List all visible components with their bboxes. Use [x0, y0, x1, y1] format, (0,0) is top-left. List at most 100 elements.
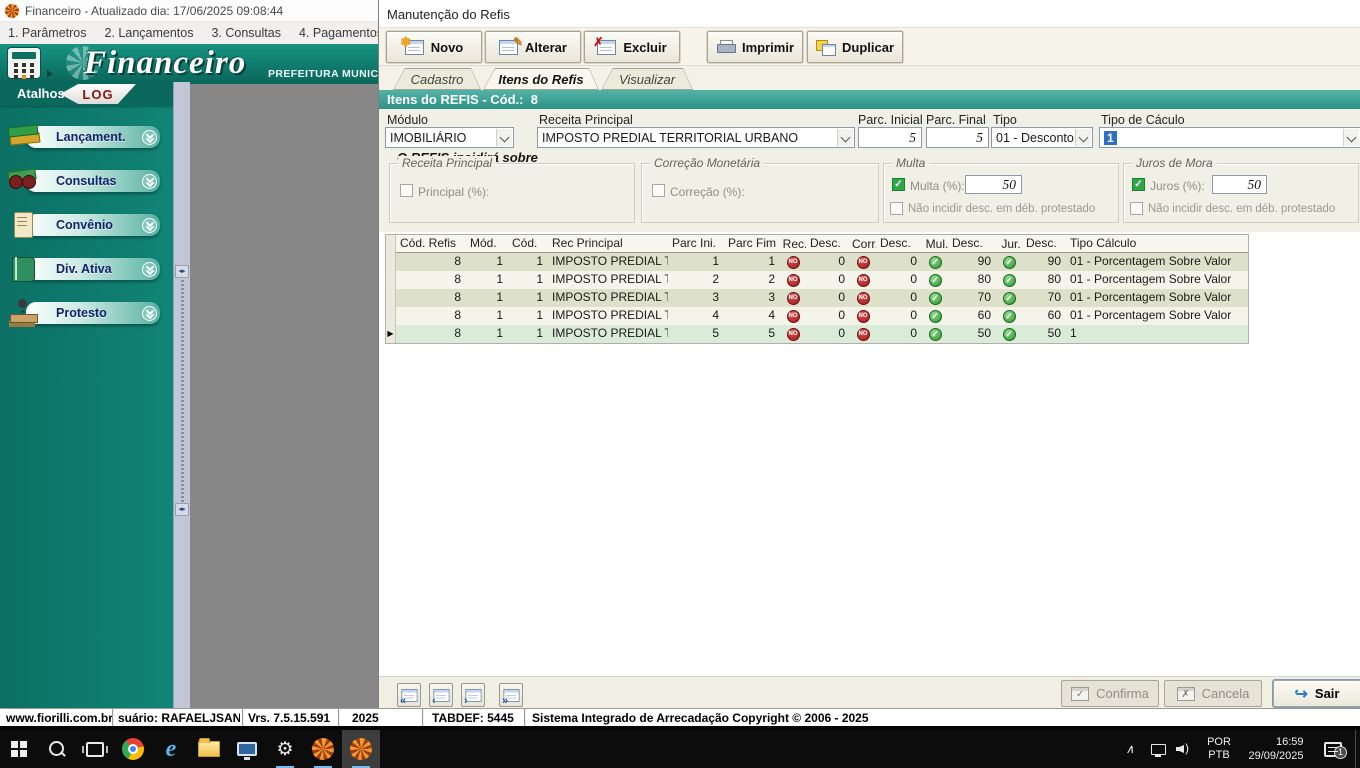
- chevron-down-icon[interactable]: [142, 262, 157, 277]
- novo-button[interactable]: ✱ Novo: [386, 31, 482, 63]
- table-row[interactable]: 8 1 1 IMPOSTO PREDIAL T 1 1 NO 0 NO 0 ✓ …: [386, 253, 1248, 271]
- tray-language[interactable]: PORPTB: [1202, 730, 1236, 768]
- tab-visualizar[interactable]: Visualizar: [601, 68, 693, 90]
- folder-icon: [198, 741, 220, 757]
- taskbar-file-explorer[interactable]: [190, 730, 228, 768]
- chevron-down-icon[interactable]: [142, 218, 157, 233]
- multa-checkbox[interactable]: ✓: [892, 178, 905, 191]
- chevron-down-icon[interactable]: [142, 130, 157, 145]
- sidebar-item-convenio[interactable]: Convênio: [0, 210, 173, 244]
- modulo-combobox[interactable]: IMOBILIÁRIO: [385, 127, 514, 148]
- menu-parametros[interactable]: 1. Parâmetros: [8, 26, 87, 40]
- tipo-combobox[interactable]: 01 - Desconto: [991, 127, 1093, 148]
- notification-badge: 1: [1334, 746, 1347, 759]
- tray-clock[interactable]: 16:5929/09/2025: [1238, 730, 1314, 768]
- splitter-collapse-button[interactable]: ◂▸: [175, 265, 189, 278]
- selected-value: 1: [1104, 131, 1117, 145]
- table-row[interactable]: 8 1 1 IMPOSTO PREDIAL T 2 2 NO 0 NO 0 ✓ …: [386, 271, 1248, 289]
- no-icon: NO: [787, 292, 800, 305]
- check-icon: ✓: [1003, 274, 1016, 287]
- menu-pagamentos[interactable]: 4. Pagamentos: [299, 26, 378, 40]
- taskbar-this-pc[interactable]: [228, 730, 266, 768]
- confirm-icon: ✓: [1071, 687, 1089, 701]
- sidebar-item-lancamento[interactable]: Lançament.: [0, 122, 173, 156]
- log-badge[interactable]: LOG: [60, 84, 136, 104]
- menu-lancamentos[interactable]: 2. Lançamentos: [105, 26, 194, 40]
- table-row[interactable]: 8 1 1 IMPOSTO PREDIAL T 4 4 NO 0 NO 0 ✓ …: [386, 307, 1248, 325]
- splitter-expand-button[interactable]: ◂▸: [175, 503, 189, 516]
- menu-consultas[interactable]: 3. Consultas: [211, 26, 280, 40]
- taskbar-chrome[interactable]: [114, 730, 152, 768]
- chevron-down-icon[interactable]: [142, 174, 157, 189]
- status-site: www.fiorilli.com.br: [6, 711, 113, 725]
- parc-inicial-input[interactable]: [858, 127, 922, 148]
- nav-previous-button[interactable]: ‹: [429, 683, 453, 707]
- sidebar-tab-atalhos[interactable]: Atalhos: [17, 86, 65, 101]
- tipo-calculo-combobox[interactable]: 1: [1099, 127, 1360, 148]
- chevron-down-icon[interactable]: [837, 129, 853, 146]
- app-title: Financeiro - Atualizado dia: 17/06/2025 …: [25, 4, 283, 18]
- sidebar-item-div-ativa[interactable]: Div. Ativa: [0, 254, 173, 288]
- action-center-button[interactable]: 1: [1318, 730, 1348, 768]
- windows-start-icon: [11, 741, 27, 757]
- taskbar-fiorilli-app-1[interactable]: [304, 730, 342, 768]
- sidebar-splitter[interactable]: ◂▸ ◂▸: [173, 82, 190, 708]
- brand-subtitle: PREFEITURA MUNIC: [268, 68, 378, 80]
- book-icon: [6, 254, 46, 284]
- confirma-button[interactable]: ✓ Confirma: [1061, 680, 1159, 707]
- taskbar-search-button[interactable]: [38, 730, 76, 768]
- alterar-button[interactable]: ✎ Alterar: [485, 31, 581, 63]
- dialog-titlebar[interactable]: Manutenção do Refis: [379, 0, 1360, 28]
- correcao-checkbox[interactable]: [652, 184, 665, 197]
- table-row[interactable]: 8 1 1 IMPOSTO PREDIAL T 3 3 NO 0 NO 0 ✓ …: [386, 289, 1248, 307]
- chevron-down-icon[interactable]: [1075, 129, 1091, 146]
- tab-cadastro[interactable]: Cadastro: [393, 68, 481, 90]
- nav-last-button[interactable]: »: [499, 683, 523, 707]
- tray-network[interactable]: [1146, 730, 1170, 768]
- multa-nao-incidir-checkbox[interactable]: [890, 202, 903, 215]
- cancela-button[interactable]: ✗ Cancela: [1164, 680, 1262, 707]
- chevron-down-icon[interactable]: [496, 129, 512, 146]
- show-desktop-button[interactable]: [1355, 730, 1360, 768]
- duplicar-button[interactable]: Duplicar: [807, 31, 903, 63]
- parc-final-input[interactable]: [926, 127, 989, 148]
- tray-show-hidden-icons[interactable]: ∧: [1120, 730, 1140, 768]
- juros-percent-input[interactable]: [1212, 175, 1267, 194]
- no-icon: NO: [857, 256, 870, 269]
- notification-icon: 1: [1324, 742, 1342, 757]
- chevron-down-icon[interactable]: [1343, 129, 1359, 146]
- multa-percent-input[interactable]: [965, 175, 1022, 194]
- no-icon: NO: [787, 328, 800, 341]
- imprimir-button[interactable]: Imprimir: [707, 31, 803, 63]
- refis-items-table: Cód. Refis Mód. Cód. Rec Principal Parc …: [385, 234, 1249, 344]
- parc-final-label: Parc. Final: [926, 113, 986, 127]
- nav-next-button[interactable]: ›: [461, 683, 485, 707]
- receita-principal-combobox[interactable]: IMPOSTO PREDIAL TERRITORIAL URBANO: [537, 127, 855, 148]
- group-multa: Multa ✓ Multa (%): Não incidir desc. em …: [883, 163, 1119, 223]
- tipo-calculo-label: Tipo de Cáculo: [1101, 113, 1185, 127]
- chevron-down-icon[interactable]: [142, 306, 157, 321]
- binoculars-icon: [6, 166, 46, 196]
- excluir-button[interactable]: ✗ Excluir: [584, 31, 680, 63]
- no-icon: NO: [857, 292, 870, 305]
- sair-button[interactable]: ↪ Sair: [1273, 680, 1360, 707]
- status-tabdef: TABDEF: 5445: [432, 711, 514, 725]
- principal-checkbox[interactable]: [400, 184, 413, 197]
- sidebar: Atalhos LOG Lançament. Consultas Convêni…: [0, 82, 173, 708]
- taskbar-fiorilli-app-2[interactable]: [342, 730, 380, 768]
- table-row-selected[interactable]: ▶ 8 1 1 IMPOSTO PREDIAL T 5 5 NO 0 NO 0 …: [386, 325, 1248, 343]
- nav-first-button[interactable]: «: [397, 683, 421, 707]
- sidebar-item-consultas[interactable]: Consultas: [0, 166, 173, 200]
- tab-itens-do-refis[interactable]: Itens do Refis: [483, 68, 599, 90]
- task-view-button[interactable]: [76, 730, 114, 768]
- no-icon: NO: [857, 328, 870, 341]
- start-button[interactable]: [0, 730, 38, 768]
- sidebar-item-protesto[interactable]: Protesto: [0, 298, 173, 332]
- taskbar-settings[interactable]: ⚙: [266, 730, 304, 768]
- taskbar-internet-explorer[interactable]: e: [152, 730, 190, 768]
- tray-volume[interactable]: [1172, 730, 1198, 768]
- juros-checkbox[interactable]: ✓: [1132, 178, 1145, 191]
- juros-nao-incidir-checkbox[interactable]: [1130, 202, 1143, 215]
- no-icon: NO: [857, 310, 870, 323]
- check-icon: ✓: [1003, 310, 1016, 323]
